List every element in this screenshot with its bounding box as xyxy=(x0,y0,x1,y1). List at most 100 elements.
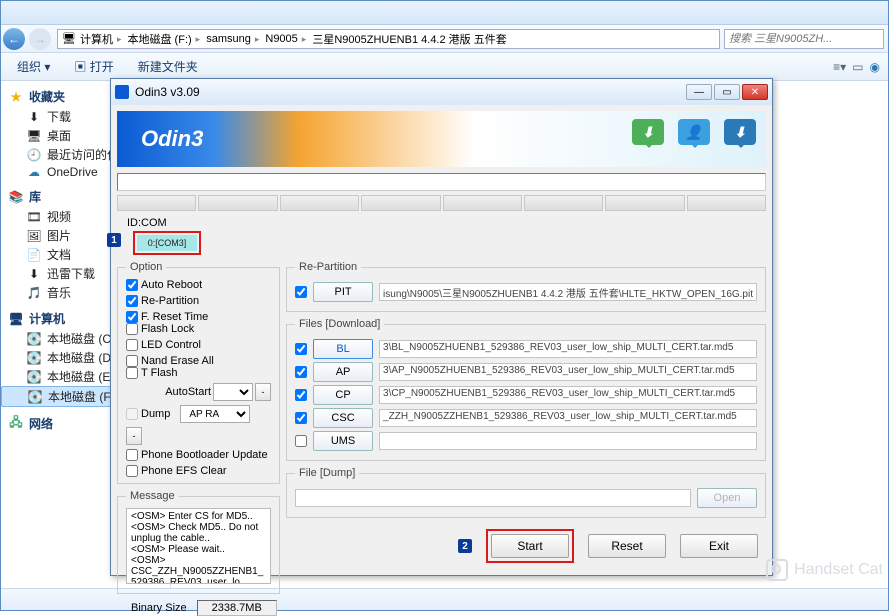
port-cell xyxy=(280,195,359,211)
pit-button[interactable]: PIT xyxy=(313,282,373,302)
minimize-button[interactable]: — xyxy=(686,84,712,100)
breadcrumb[interactable]: samsung xyxy=(206,33,251,45)
callout-1: 1 xyxy=(107,233,121,247)
nav-back-button[interactable]: ← xyxy=(3,28,25,50)
desktop-icon: 🖥 xyxy=(27,129,41,143)
binsize-value: 2338.7MB xyxy=(197,600,277,616)
port-cell xyxy=(443,195,522,211)
port-cell xyxy=(198,195,277,211)
chk-pit[interactable] xyxy=(295,286,307,298)
chk-ums[interactable] xyxy=(295,435,307,447)
chk-csc[interactable] xyxy=(295,412,307,424)
autostart-label: AutoStart xyxy=(165,386,211,398)
download-icon: ⬇ xyxy=(27,267,41,281)
drive-icon: 💽 xyxy=(27,332,41,346)
search-input[interactable] xyxy=(724,29,884,49)
organize-button[interactable]: 组织 ▾ xyxy=(9,56,58,77)
address-bar: ← → 🖥 计算机 本地磁盘 (F:) samsung N9005 三星N900… xyxy=(1,25,888,53)
odin-window: Odin3 v3.09 — ▭ ✕ Odin3 ⬇ 👤 ⬇ ID:COM 1 0… xyxy=(110,78,773,576)
dump-legend: File [Dump] xyxy=(295,467,359,479)
view-icon[interactable]: ≡▾ xyxy=(833,60,846,74)
reset-button[interactable]: Reset xyxy=(588,534,666,558)
message-legend: Message xyxy=(126,490,179,502)
chk-repartition[interactable]: Re-Partition xyxy=(126,295,199,307)
sidebar-head-lib[interactable]: 库 xyxy=(29,188,41,205)
binsize-label: Binary Size xyxy=(131,602,187,614)
breadcrumb[interactable]: 三星N9005ZHUENB1 4.4.2 港版 五件套 xyxy=(312,31,506,47)
port-cell xyxy=(687,195,766,211)
breadcrumb[interactable]: 本地磁盘 (F:) xyxy=(128,31,192,47)
ums-button[interactable]: UMS xyxy=(313,431,373,451)
port-cell xyxy=(524,195,603,211)
pit-path[interactable]: isung\N9005\三星N9005ZHUENB1 4.4.2 港版 五件套\… xyxy=(379,283,757,301)
autostart-clear[interactable]: - xyxy=(255,383,271,401)
odin-titlebar[interactable]: Odin3 v3.09 — ▭ ✕ xyxy=(111,79,772,105)
chk-freset[interactable]: F. Reset Time xyxy=(126,311,208,323)
csc-button[interactable]: CSC xyxy=(313,408,373,428)
chk-ap[interactable] xyxy=(295,366,307,378)
chk-nanderase[interactable]: Nand Erase All xyxy=(126,355,214,367)
nav-forward-button[interactable]: → xyxy=(29,28,51,50)
chk-auto-reboot[interactable]: Auto Reboot xyxy=(126,279,202,291)
csc-path[interactable]: _ZZH_N9005ZZHENB1_529386_REV03_user_low_… xyxy=(379,409,757,427)
computer-icon: 🖥 xyxy=(62,32,76,45)
explorer-titlebar[interactable] xyxy=(1,1,888,25)
idcom-highlight: 0:[COM3] xyxy=(133,231,201,255)
idcom-label: ID:COM xyxy=(127,217,766,229)
video-icon: 🎞 xyxy=(27,210,41,224)
toolbar: 组织 ▾ ▣ 打开 新建文件夹 ≡▾ ▭ ◉ xyxy=(1,53,888,81)
pin-save-icon: ⬇ xyxy=(724,119,756,145)
preview-icon[interactable]: ▭ xyxy=(852,60,863,74)
app-icon xyxy=(115,85,129,99)
dump-path[interactable] xyxy=(295,489,691,507)
option-legend: Option xyxy=(126,261,166,273)
ums-path[interactable] xyxy=(379,432,757,450)
maximize-button[interactable]: ▭ xyxy=(714,84,740,100)
pin-download-icon: ⬇ xyxy=(632,119,664,145)
help-icon[interactable]: ◉ xyxy=(870,60,880,74)
cp-button[interactable]: CP xyxy=(313,385,373,405)
music-icon: 🎵 xyxy=(27,286,41,300)
dump-group: File [Dump] Open xyxy=(286,467,766,518)
exit-button[interactable]: Exit xyxy=(680,534,758,558)
sidebar-head-net[interactable]: 网络 xyxy=(29,415,53,432)
new-folder-button[interactable]: 新建文件夹 xyxy=(130,56,206,77)
library-icon: 📚 xyxy=(9,190,23,204)
port-cell xyxy=(361,195,440,211)
chk-phone-efs[interactable]: Phone EFS Clear xyxy=(126,465,227,477)
sidebar-head-comp[interactable]: 计算机 xyxy=(29,310,65,327)
odin-banner: Odin3 ⬇ 👤 ⬇ xyxy=(117,111,766,167)
breadcrumb[interactable]: N9005 xyxy=(265,33,297,45)
idcom-value[interactable]: 0:[COM3] xyxy=(137,235,197,251)
drive-icon: 💽 xyxy=(27,370,41,384)
cp-path[interactable]: 3\CP_N9005ZHUENB1_529386_REV03_user_low_… xyxy=(379,386,757,404)
open-button[interactable]: ▣ 打开 xyxy=(66,56,121,77)
message-log[interactable]: <OSM> Enter CS for MD5.. <OSM> Check MD5… xyxy=(126,508,271,584)
start-button[interactable]: Start xyxy=(491,534,569,558)
chk-dump[interactable]: Dump xyxy=(126,408,170,420)
autostart-select[interactable] xyxy=(213,383,253,401)
close-button[interactable]: ✕ xyxy=(742,84,768,100)
chk-ledcontrol[interactable]: LED Control xyxy=(126,339,201,351)
ap-button[interactable]: AP xyxy=(313,362,373,382)
address-box[interactable]: 🖥 计算机 本地磁盘 (F:) samsung N9005 三星N9005ZHU… xyxy=(57,29,720,49)
files-group: Files [Download] BL3\BL_N9005ZHUENB1_529… xyxy=(286,318,766,461)
chk-bl[interactable] xyxy=(295,343,307,355)
option-group: Option Auto Reboot Re-Partition F. Reset… xyxy=(117,261,280,484)
apram-clear[interactable]: - xyxy=(126,427,142,445)
breadcrumb[interactable]: 计算机 xyxy=(80,31,113,47)
chk-flashlock[interactable]: Flash Lock xyxy=(126,323,194,335)
download-icon: ⬇ xyxy=(27,110,41,124)
repartition-group: Re-Partition PIT isung\N9005\三星N9005ZHUE… xyxy=(286,261,766,312)
bl-path[interactable]: 3\BL_N9005ZHUENB1_529386_REV03_user_low_… xyxy=(379,340,757,358)
apram-select[interactable]: AP RAM xyxy=(180,405,250,423)
callout-2: 2 xyxy=(458,539,472,553)
sidebar-head-fav[interactable]: 收藏夹 xyxy=(29,88,65,105)
chk-cp[interactable] xyxy=(295,389,307,401)
ap-path[interactable]: 3\AP_N9005ZHUENB1_529386_REV03_user_low_… xyxy=(379,363,757,381)
bl-button[interactable]: BL xyxy=(313,339,373,359)
recent-icon: 🕘 xyxy=(27,148,41,162)
port-cell xyxy=(605,195,684,211)
chk-phone-bl[interactable]: Phone Bootloader Update xyxy=(126,449,268,461)
chk-tflash[interactable]: T Flash xyxy=(126,367,177,379)
